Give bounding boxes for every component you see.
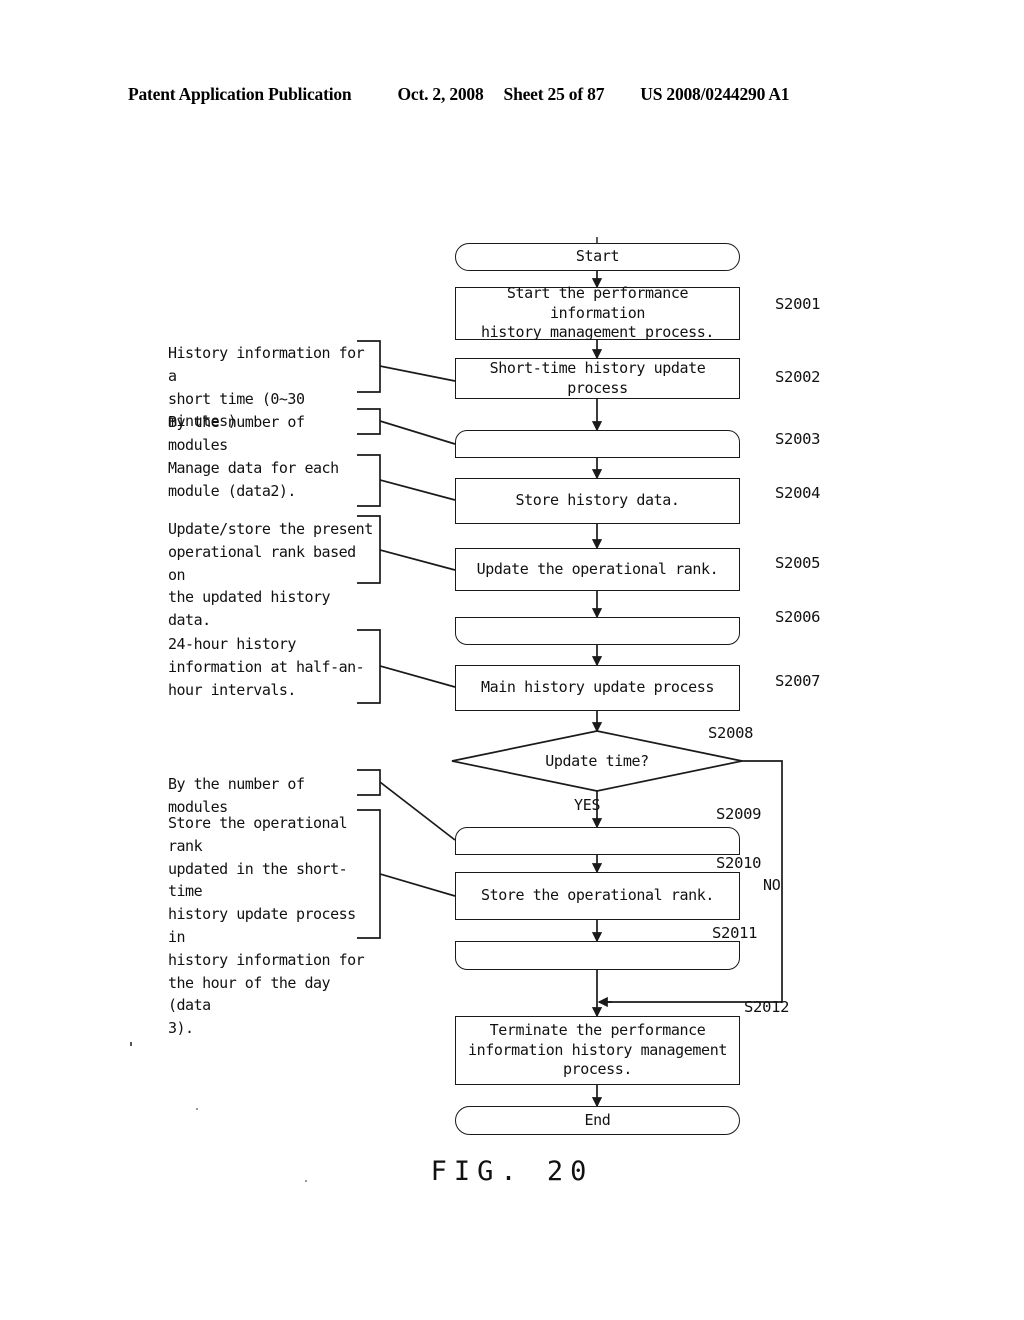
flow-node-s2002[interactable]: Short-time history update process [455, 358, 740, 399]
flow-node-s2008[interactable]: Update time? [452, 731, 742, 791]
step-id-s2001: S2001 [775, 295, 821, 313]
step-id-s2005: S2005 [775, 554, 821, 572]
step-id-s2006: S2006 [775, 608, 821, 626]
step-id-s2008: S2008 [708, 724, 754, 742]
annotation-store-rank-hour-of-day: Store the operational rank updated in th… [168, 814, 365, 1038]
flow-node-s2002-label: Short-time history update process [489, 359, 706, 397]
scan-artifact-speck [305, 1180, 307, 1182]
step-id-s2011: S2011 [712, 924, 758, 942]
flow-node-s2012[interactable]: Terminate the performance information hi… [455, 1016, 740, 1085]
flow-node-s2007[interactable]: Main history update process [455, 665, 740, 711]
flow-node-s2010[interactable]: Store the operational rank. [455, 872, 740, 920]
step-id-s2007: S2007 [775, 672, 821, 690]
flow-node-s2006[interactable] [455, 617, 740, 645]
step-id-s2004: S2004 [775, 484, 821, 502]
scan-artifact-speck [196, 1108, 198, 1110]
flow-node-s2009[interactable] [455, 827, 740, 855]
figure-caption: FIG. 20 [430, 1156, 594, 1187]
flow-node-s2004[interactable]: Store history data. [455, 478, 740, 524]
flow-node-s2001[interactable]: Start the performance information histor… [455, 284, 740, 342]
flow-node-start-label: Start [575, 247, 620, 266]
step-id-s2009: S2009 [716, 805, 762, 823]
flow-node-s2005[interactable]: Update the operational rank. [455, 548, 740, 591]
step-id-s2012: S2012 [744, 998, 790, 1016]
flow-node-s2010-label: Store the operational rank. [480, 886, 715, 905]
flow-node-s2007-label: Main history update process [480, 678, 715, 697]
flow-node-s2011[interactable] [455, 941, 740, 970]
flow-node-start[interactable]: Start [455, 243, 740, 271]
flow-node-s2008-label: Update time? [545, 752, 649, 770]
flow-node-s2005-label: Update the operational rank. [476, 559, 719, 578]
flow-node-s2004-label: Store history data. [515, 491, 680, 510]
flow-node-s2003[interactable] [455, 430, 740, 458]
annotation-manage-data-per-module: Manage data for each module (data2). [168, 459, 339, 500]
step-id-s2010: S2010 [716, 854, 762, 872]
flow-node-s2001-label: Start the performance information histor… [480, 284, 715, 342]
flow-node-end-label: End [584, 1110, 611, 1129]
scan-artifact-speck [130, 1042, 132, 1046]
step-id-s2002: S2002 [775, 368, 821, 386]
step-id-s2003: S2003 [775, 430, 821, 448]
annotation-24-hour-history: 24-hour history information at half-an- … [168, 635, 365, 699]
annotation-update-store-rank: Update/store the present operational ran… [168, 520, 373, 630]
branch-label-yes: YES [574, 796, 601, 814]
flow-node-s2012-label: Terminate the performance information hi… [468, 1021, 727, 1079]
annotation-number-of-modules-1: By the number of modules [168, 413, 305, 454]
flow-node-end[interactable]: End [455, 1106, 740, 1135]
branch-label-no: NO [763, 876, 781, 894]
